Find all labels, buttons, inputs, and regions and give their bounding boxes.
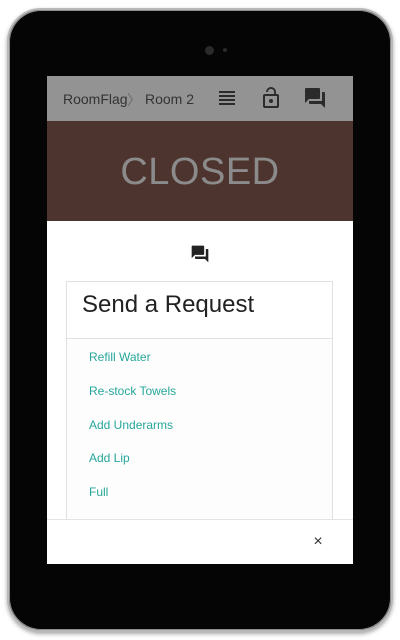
request-item-refill-water[interactable]: Refill Water: [89, 350, 151, 364]
app-screen: RoomFlag 〉 Room 2 CLOSED Send a Request …: [47, 76, 353, 564]
close-button[interactable]: ×: [309, 533, 327, 551]
light-sensor: [223, 48, 227, 52]
request-item-full[interactable]: Full: [89, 485, 108, 499]
request-item-restock-towels[interactable]: Re-stock Towels: [89, 384, 176, 398]
breadcrumb-room[interactable]: Room 2: [145, 91, 194, 107]
forum-icon: [190, 244, 210, 264]
status-text: CLOSED: [120, 151, 280, 193]
status-banner: CLOSED: [47, 121, 353, 221]
request-card: Send a Request Refill Water Re-stock Tow…: [66, 281, 333, 521]
dialog-footer: ×: [47, 519, 353, 564]
list-icon[interactable]: [215, 86, 239, 110]
front-camera: [205, 46, 214, 55]
request-card-title: Send a Request: [82, 291, 255, 318]
forum-icon[interactable]: [303, 86, 327, 110]
request-item-add-lip[interactable]: Add Lip: [89, 451, 130, 465]
breadcrumb-separator: 〉: [127, 92, 141, 108]
request-card-header: Send a Request: [67, 282, 332, 339]
request-item-add-underarms[interactable]: Add Underarms: [89, 418, 173, 432]
lock-open-icon[interactable]: [259, 86, 283, 110]
top-bar: RoomFlag 〉 Room 2: [47, 76, 353, 121]
request-content: Send a Request Refill Water Re-stock Tow…: [47, 221, 353, 521]
breadcrumb-app[interactable]: RoomFlag: [63, 91, 128, 107]
